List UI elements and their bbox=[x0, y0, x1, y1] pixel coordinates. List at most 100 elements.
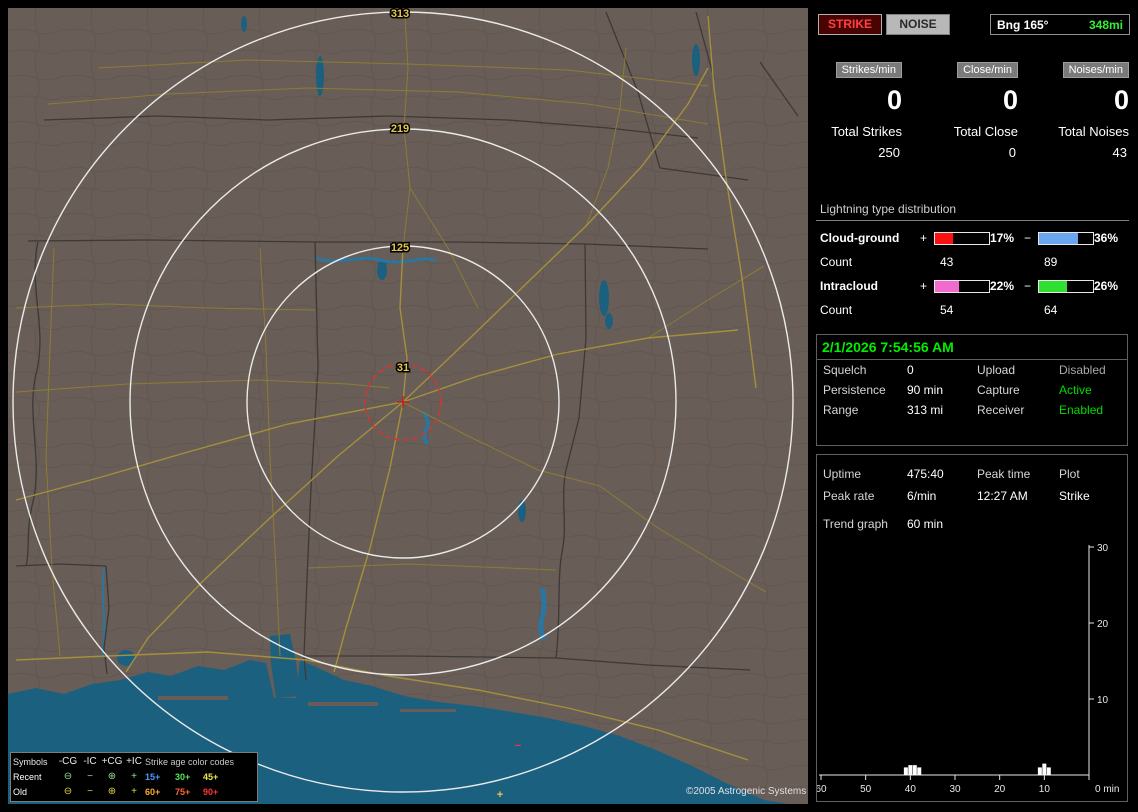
receiver-state: Enabled bbox=[1059, 403, 1104, 417]
status-box: 2/1/2026 7:54:56 AM Squelch 0 Upload Dis… bbox=[816, 334, 1128, 446]
ic-pos-pct: 22% bbox=[990, 279, 1015, 293]
receiver-label: Receiver bbox=[977, 403, 1025, 417]
close-per-min-value: 0 bbox=[1002, 85, 1018, 115]
circle-plus-icon: ⊕ bbox=[107, 770, 117, 782]
svg-text:10: 10 bbox=[1097, 695, 1109, 706]
ic-neg-count: 64 bbox=[1044, 303, 1058, 317]
range-value: 313 mi bbox=[907, 403, 944, 417]
svg-text:30: 30 bbox=[1097, 543, 1109, 554]
total-strikes-label: Total Strikes bbox=[831, 124, 902, 139]
strikes-stat-column: Strikes/min 0 Total Strikes 250 bbox=[816, 62, 902, 160]
age-code: 90+ bbox=[203, 786, 219, 797]
info-panel: STRIKE NOISE Bng 165° 348mi Strikes/min … bbox=[815, 8, 1130, 804]
ic-neg-bar bbox=[1038, 279, 1094, 293]
symbol-legend: Symbols -CG -IC +CG +IC Strike age color… bbox=[10, 752, 258, 802]
svg-text:20: 20 bbox=[1097, 619, 1109, 630]
svg-text:0 min: 0 min bbox=[1095, 784, 1119, 795]
age-code: 45+ bbox=[203, 771, 219, 782]
age-code: 15+ bbox=[145, 771, 161, 782]
total-noises-label: Total Noises bbox=[1058, 124, 1129, 139]
cg-neg-pct: 36% bbox=[1094, 231, 1119, 245]
total-strikes-value: 250 bbox=[878, 145, 900, 160]
bearing-label: Bng 165° bbox=[997, 17, 1049, 32]
distribution-title: Lightning type distribution bbox=[820, 202, 957, 216]
bearing-readout: Bng 165° 348mi bbox=[990, 14, 1130, 35]
legend-header-symbols: Symbols bbox=[13, 756, 48, 767]
svg-text:10: 10 bbox=[1039, 784, 1051, 795]
legend-header-pic: +IC bbox=[126, 755, 142, 767]
strikes-per-min-label: Strikes/min bbox=[835, 62, 902, 78]
total-close-label: Total Close bbox=[953, 124, 1018, 139]
strike-mode-button[interactable]: STRIKE bbox=[818, 14, 882, 35]
strike-symbol: − bbox=[515, 740, 521, 752]
noises-stat-column: Noises/min 0 Total Noises 43 bbox=[1036, 62, 1129, 160]
minus-icon: − bbox=[87, 770, 93, 782]
age-code: 30+ bbox=[175, 771, 191, 782]
peak-rate-label: Peak rate bbox=[823, 489, 875, 503]
minus-sign: − bbox=[1024, 231, 1032, 245]
trend-graph: 10 20 30 60 50 40 30 20 10 0 min bbox=[815, 539, 1128, 801]
circle-minus-icon: ⊖ bbox=[63, 770, 73, 782]
age-code: 75+ bbox=[175, 786, 191, 797]
close-stat-column: Close/min 0 Total Close 0 bbox=[924, 62, 1018, 160]
svg-text:60: 60 bbox=[817, 784, 827, 795]
peak-time-value: 12:27 AM bbox=[977, 489, 1028, 503]
capture-label: Capture bbox=[977, 383, 1020, 397]
peak-rate-value: 6/min bbox=[907, 489, 937, 503]
datetime-display: 2/1/2026 7:54:56 AM bbox=[817, 335, 1127, 360]
distribution-rule bbox=[816, 220, 1129, 221]
plot-value: Strike bbox=[1059, 489, 1090, 503]
map-canvas[interactable]: 313 219 125 31 + − Symbols -CG -IC +CG +… bbox=[8, 8, 808, 804]
noise-mode-button[interactable]: NOISE bbox=[886, 14, 950, 35]
upload-state: Disabled bbox=[1059, 363, 1106, 377]
count-label: Count bbox=[820, 303, 853, 317]
legend-age-header: Strike age color codes bbox=[145, 756, 235, 767]
count-label: Count bbox=[820, 255, 853, 269]
noises-per-min-label: Noises/min bbox=[1062, 62, 1129, 78]
squelch-label: Squelch bbox=[823, 363, 867, 377]
legend-row-label: Recent bbox=[13, 771, 42, 782]
cg-pos-pct: 17% bbox=[990, 231, 1015, 245]
range-label: Range bbox=[823, 403, 859, 417]
svg-text:40: 40 bbox=[905, 784, 917, 795]
strikes-per-min-value: 0 bbox=[886, 85, 902, 115]
ic-neg-pct: 26% bbox=[1094, 279, 1119, 293]
total-close-value: 0 bbox=[1008, 145, 1016, 160]
ic-pos-count: 54 bbox=[940, 303, 954, 317]
cg-pos-bar bbox=[934, 231, 990, 245]
circle-plus-icon: ⊕ bbox=[107, 785, 117, 797]
legend-header-pcg: +CG bbox=[101, 755, 123, 767]
map-svg: 313 219 125 31 + − bbox=[8, 8, 808, 804]
uptime-value: 475:40 bbox=[907, 467, 944, 481]
strike-symbol: + bbox=[497, 789, 503, 801]
stormvue-window: { "colors": { "accent_green": "#00e000",… bbox=[0, 0, 1138, 812]
cg-pos-count: 43 bbox=[940, 255, 954, 269]
svg-text:50: 50 bbox=[860, 784, 872, 795]
age-code: 60+ bbox=[145, 786, 161, 797]
persistence-label: Persistence bbox=[823, 383, 886, 397]
total-noises-value: 43 bbox=[1112, 145, 1127, 160]
plot-label: Plot bbox=[1059, 467, 1080, 481]
minus-sign: − bbox=[1024, 279, 1032, 293]
close-per-min-label: Close/min bbox=[957, 62, 1018, 78]
capture-state: Active bbox=[1059, 383, 1092, 397]
svg-text:30: 30 bbox=[949, 784, 961, 795]
circle-minus-icon: ⊖ bbox=[63, 785, 73, 797]
svg-text:20: 20 bbox=[994, 784, 1006, 795]
cloud-ground-label: Cloud-ground bbox=[820, 231, 900, 245]
upload-label: Upload bbox=[977, 363, 1016, 377]
cg-neg-bar bbox=[1038, 231, 1094, 245]
squelch-value: 0 bbox=[907, 363, 914, 377]
plus-icon: + bbox=[131, 770, 137, 782]
legend-row-label: Old bbox=[13, 786, 28, 797]
ring-label-219: 219 bbox=[391, 123, 409, 135]
legend-header-ncg: -CG bbox=[58, 755, 78, 767]
legend-header-nic: -IC bbox=[83, 755, 97, 767]
distribution-grid: Cloud-ground + 17% − 36% Count 43 89 Int… bbox=[820, 226, 1128, 322]
plus-sign: + bbox=[920, 231, 928, 245]
bearing-distance: 348mi bbox=[1088, 17, 1123, 32]
copyright-text: ©2005 Astrogenic Systems bbox=[686, 786, 807, 797]
plus-sign: + bbox=[920, 279, 928, 293]
trend-graph-label: Trend graph bbox=[823, 517, 888, 531]
persistence-value: 90 min bbox=[907, 383, 944, 397]
